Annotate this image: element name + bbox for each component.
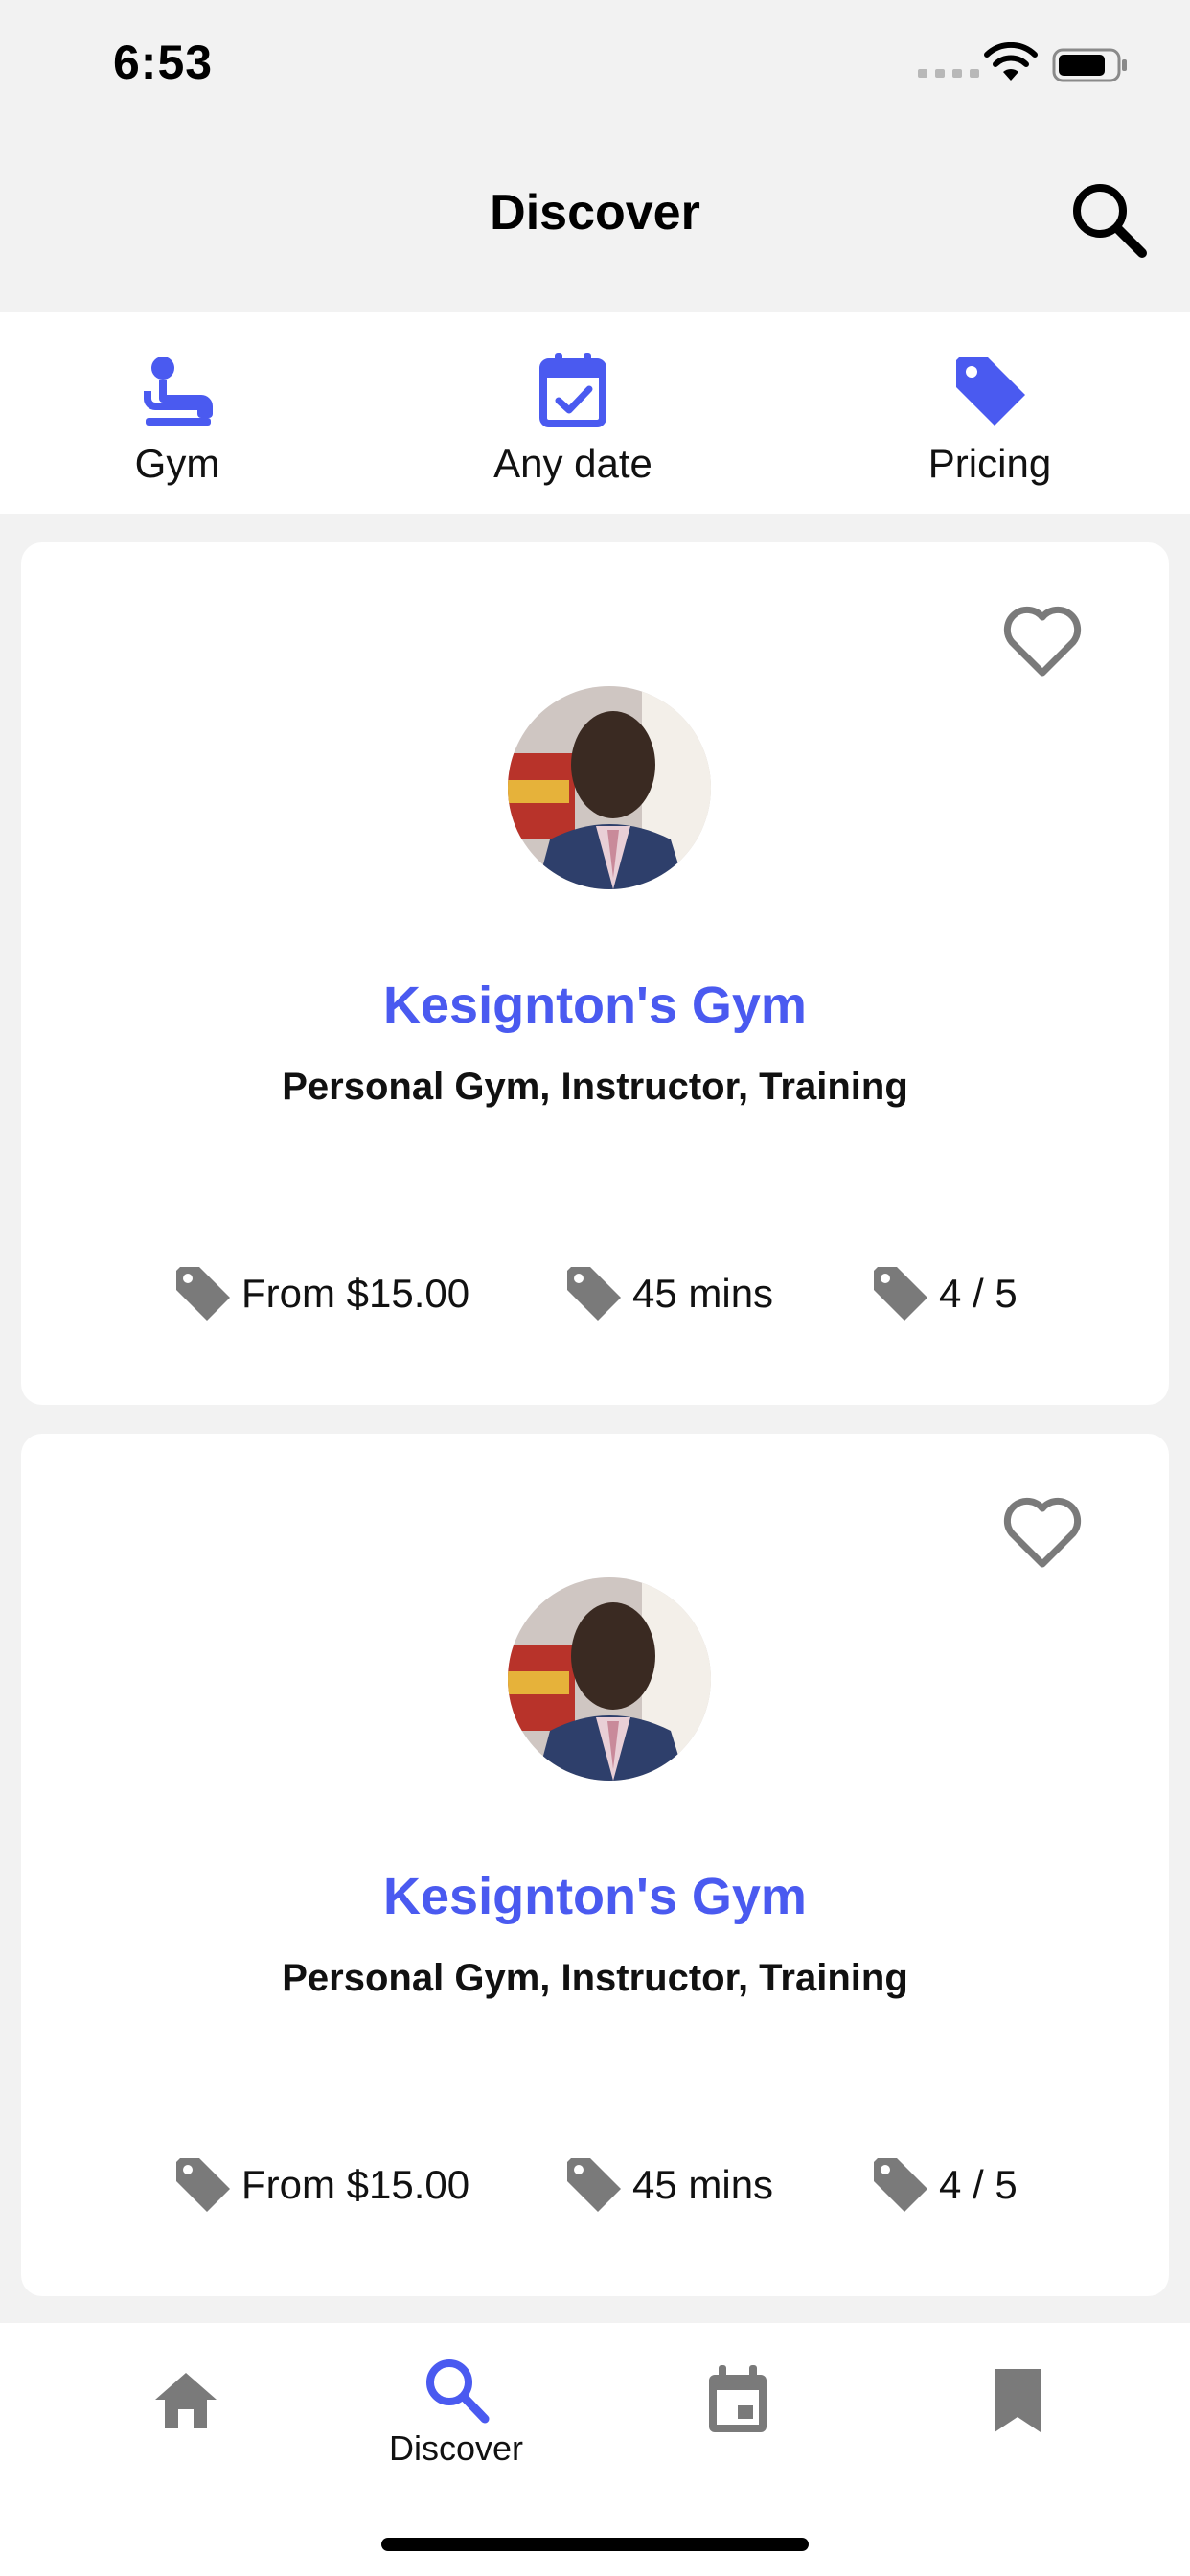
duration-info: 45 mins (561, 2152, 773, 2218)
price-tag-icon (176, 1267, 230, 1321)
price-tag-icon (874, 1267, 927, 1321)
gym-tags: Personal Gym, Instructor, Training (282, 1066, 908, 1108)
filter-date[interactable]: Any date (458, 347, 688, 487)
gym-name[interactable]: Kesignton's Gym (21, 976, 1169, 1035)
nav-home[interactable] (148, 2361, 224, 2438)
nav-discover-label: Discover (388, 2428, 524, 2468)
discover-screen: 6:53 Discover Gym Any date Pricing Kesig… (0, 0, 1190, 2576)
price-tag-icon (567, 1267, 621, 1321)
nav-bookmark[interactable] (979, 2361, 1056, 2438)
filter-gym-label: Gym (134, 441, 220, 486)
price-tag-icon (956, 356, 1025, 426)
duration-info: 45 mins (561, 1261, 773, 1326)
price-tag-icon (567, 2158, 621, 2212)
heart-icon[interactable] (998, 1491, 1087, 1572)
avatar (508, 686, 711, 889)
price-info: From $15.00 (171, 2152, 469, 2218)
page-title: Discover (490, 185, 700, 241)
header: Discover (0, 130, 1190, 312)
filter-pricing-label: Pricing (927, 441, 1052, 486)
status-bar: 6:53 (0, 0, 1190, 130)
filter-pricing[interactable]: Pricing (889, 347, 1090, 487)
price-tag-icon (176, 2158, 230, 2212)
filter-gym[interactable]: Gym (115, 347, 240, 487)
nav-calendar[interactable] (699, 2361, 776, 2438)
gym-name[interactable]: Kesignton's Gym (21, 1867, 1169, 1926)
wifi-icon (984, 42, 1038, 80)
avatar (508, 1577, 711, 1781)
calendar-icon (709, 2365, 767, 2432)
bookmark-icon (995, 2369, 1041, 2432)
gym-tags: Personal Gym, Instructor, Training (282, 1957, 908, 1999)
cellular-signal-icon (918, 69, 979, 78)
duration-text: 45 mins (632, 1271, 774, 1316)
gym-icon (144, 356, 213, 426)
home-icon (155, 2373, 217, 2428)
gym-card[interactable]: Kesignton's Gym Personal Gym, Instructor… (21, 1434, 1169, 2296)
nav-discover[interactable]: Discover (379, 2352, 533, 2469)
calendar-check-icon (539, 353, 606, 427)
rating-info: 4 / 5 (868, 1261, 1018, 1326)
rating-info: 4 / 5 (868, 2152, 1018, 2218)
search-icon (426, 2359, 490, 2424)
price-text: From $15.00 (241, 1271, 470, 1316)
duration-text: 45 mins (632, 2162, 774, 2207)
rating-text: 4 / 5 (939, 1271, 1018, 1316)
filter-bar: Gym Any date Pricing (0, 312, 1190, 514)
search-icon[interactable] (1065, 176, 1152, 263)
status-time: 6:53 (113, 35, 214, 89)
home-indicator[interactable] (381, 2538, 809, 2551)
filter-date-label: Any date (493, 441, 652, 486)
rating-text: 4 / 5 (939, 2162, 1018, 2207)
price-text: From $15.00 (241, 2162, 470, 2207)
gym-card[interactable]: Kesignton's Gym Personal Gym, Instructor… (21, 542, 1169, 1405)
price-tag-icon (874, 2158, 927, 2212)
heart-icon[interactable] (998, 600, 1087, 680)
price-info: From $15.00 (171, 1261, 469, 1326)
battery-icon (1052, 48, 1127, 82)
